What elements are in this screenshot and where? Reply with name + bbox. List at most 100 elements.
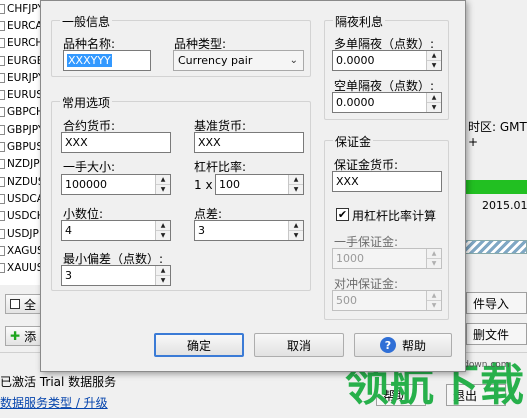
symbol-checkbox[interactable] (0, 72, 5, 83)
short-swap-stepper[interactable]: 0.0000 ▲ ▼ (332, 92, 442, 113)
symbol-list-item[interactable]: GBPUSI (0, 138, 43, 155)
leverage-stepper[interactable]: 100 ▲ ▼ (215, 174, 304, 195)
symbol-checkbox[interactable] (0, 176, 5, 187)
lot-size-stepper[interactable]: 100000 ▲ ▼ (61, 174, 171, 195)
symbol-label: EURCA (7, 19, 43, 32)
symbol-checkbox[interactable] (0, 211, 5, 222)
min-deviation-stepper[interactable]: 3 ▲ ▼ (61, 265, 171, 286)
spin-up-icon[interactable]: ▲ (156, 221, 170, 230)
symbol-list-item[interactable]: EURUS (0, 86, 43, 103)
use-leverage-label: 用杠杆比率计算 (352, 209, 437, 223)
checkmark-icon: ✔ (337, 208, 348, 221)
upgrade-link[interactable]: 数据服务类型 / 升级 (0, 394, 108, 411)
spin-down-icon[interactable]: ▼ (427, 300, 441, 310)
timezone-text: 时区: GMT + (468, 120, 527, 149)
symbol-checkbox[interactable] (0, 107, 5, 118)
group-title: 保证金 (333, 133, 374, 150)
symbol-label: CHFJPY (7, 2, 43, 15)
group-title: 常用选项 (60, 94, 113, 111)
symbol-list-item[interactable]: EURJPY (0, 69, 43, 86)
symbol-list-item[interactable]: XAGUS (0, 242, 43, 259)
symbol-list[interactable]: CHFJPY EURCA EURCH EURGB EURJPY EURUS GBPCH GBP… (0, 0, 44, 285)
contract-currency-input[interactable]: XXX (61, 132, 171, 153)
spin-up-icon[interactable]: ▲ (156, 175, 170, 184)
checkbox-icon (10, 299, 20, 309)
group-title: 一般信息 (60, 13, 113, 30)
spin-down-icon[interactable]: ▼ (427, 258, 441, 268)
symbol-list-item[interactable]: CHFJPY (0, 0, 43, 17)
symbol-label: EURGB (7, 54, 43, 67)
chevron-down-icon: ⌄ (289, 55, 298, 66)
activated-text: 已激活 Trial 数据服务 (0, 375, 117, 389)
symbol-label: GBPJPY (7, 123, 43, 136)
spin-up-icon[interactable]: ▲ (156, 266, 170, 275)
symbol-label: USDCA (7, 192, 43, 205)
symbol-label: NZDJP (7, 158, 40, 171)
long-swap-stepper[interactable]: 0.0000 ▲ ▼ (332, 50, 442, 71)
spin-up-icon[interactable]: ▲ (427, 93, 441, 102)
symbol-label: EURUS (7, 89, 43, 102)
lot-size-label: 一手大小: (63, 160, 116, 174)
help-icon: ? (379, 337, 396, 353)
leverage-prefix: 1 x (194, 178, 213, 192)
margin-per-lot-stepper[interactable]: 1000 ▲ ▼ (332, 248, 442, 269)
import-button[interactable]: 件导入 (466, 292, 527, 314)
symbol-label: USDJP (7, 227, 39, 240)
symbol-list-item[interactable]: USDJP (0, 225, 43, 242)
ok-button[interactable]: 确定 (154, 333, 244, 357)
symbol-checkbox[interactable] (0, 263, 5, 274)
spin-down-icon[interactable]: ▼ (156, 230, 170, 240)
symbol-label: EURCH (7, 37, 43, 50)
base-currency-input[interactable]: XXX (194, 132, 304, 153)
symbol-list-item[interactable]: GBPCH (0, 104, 43, 121)
spin-down-icon[interactable]: ▼ (427, 102, 441, 112)
help-button[interactable]: ? 帮助 (354, 333, 452, 357)
cancel-button[interactable]: 取消 (254, 333, 344, 357)
symbol-list-item[interactable]: NZDJP (0, 156, 43, 173)
symbol-list-item[interactable]: EURCA (0, 17, 43, 34)
spin-down-icon[interactable]: ▼ (156, 184, 170, 194)
spin-down-icon[interactable]: ▼ (289, 184, 303, 194)
symbol-label: GBPCH (7, 106, 43, 119)
spread-stepper[interactable]: 3 ▲ ▼ (194, 220, 304, 241)
symbol-checkbox[interactable] (0, 55, 5, 66)
symbol-checkbox[interactable] (0, 193, 5, 204)
symbol-list-item[interactable]: NZDUS (0, 173, 43, 190)
decimals-stepper[interactable]: 4 ▲ ▼ (61, 220, 171, 241)
date-text: 2015.01. (482, 199, 527, 212)
spin-up-icon[interactable]: ▲ (289, 221, 303, 230)
symbol-properties-dialog: 一般信息 品种名称: XXXYYY 品种类型: Currency pair ⌄ … (40, 0, 466, 372)
symbol-checkbox[interactable] (0, 228, 5, 239)
symbol-list-item[interactable]: EURGB (0, 52, 43, 69)
symbol-label: XAGUS (7, 244, 43, 257)
spin-up-icon[interactable]: ▲ (427, 291, 441, 300)
use-leverage-checkbox[interactable]: ✔ (336, 208, 349, 221)
symbol-checkbox[interactable] (0, 159, 5, 170)
spin-up-icon[interactable]: ▲ (289, 175, 303, 184)
symbol-checkbox[interactable] (0, 142, 5, 153)
symbol-type-select[interactable]: Currency pair ⌄ (173, 50, 304, 71)
symbol-checkbox[interactable] (0, 38, 5, 49)
symbol-name-input[interactable]: XXXYYY (63, 50, 151, 71)
symbol-checkbox[interactable] (0, 124, 5, 135)
hedge-margin-stepper[interactable]: 500 ▲ ▼ (332, 290, 442, 311)
symbol-label: GBPUSI (7, 141, 43, 154)
spin-down-icon[interactable]: ▼ (427, 60, 441, 70)
symbol-checkbox[interactable] (0, 90, 5, 101)
data-bar-hatched (463, 240, 527, 254)
symbol-checkbox[interactable] (0, 3, 5, 14)
symbol-label: NZDUS (7, 175, 43, 188)
spin-up-icon[interactable]: ▲ (427, 249, 441, 258)
symbol-list-item[interactable]: XAUUS (0, 259, 43, 276)
symbol-checkbox[interactable] (0, 245, 5, 256)
symbol-list-item[interactable]: USDCH (0, 208, 43, 225)
symbol-list-item[interactable]: EURCH (0, 35, 43, 52)
symbol-checkbox[interactable] (0, 20, 5, 31)
symbol-list-item[interactable]: USDCA (0, 190, 43, 207)
spin-down-icon[interactable]: ▼ (156, 275, 170, 285)
margin-currency-input[interactable]: XXX (332, 171, 442, 192)
spin-up-icon[interactable]: ▲ (427, 51, 441, 60)
symbol-list-item[interactable]: GBPJPY (0, 121, 43, 138)
spin-down-icon[interactable]: ▼ (289, 230, 303, 240)
delete-file-button[interactable]: 删文件 (466, 323, 527, 345)
